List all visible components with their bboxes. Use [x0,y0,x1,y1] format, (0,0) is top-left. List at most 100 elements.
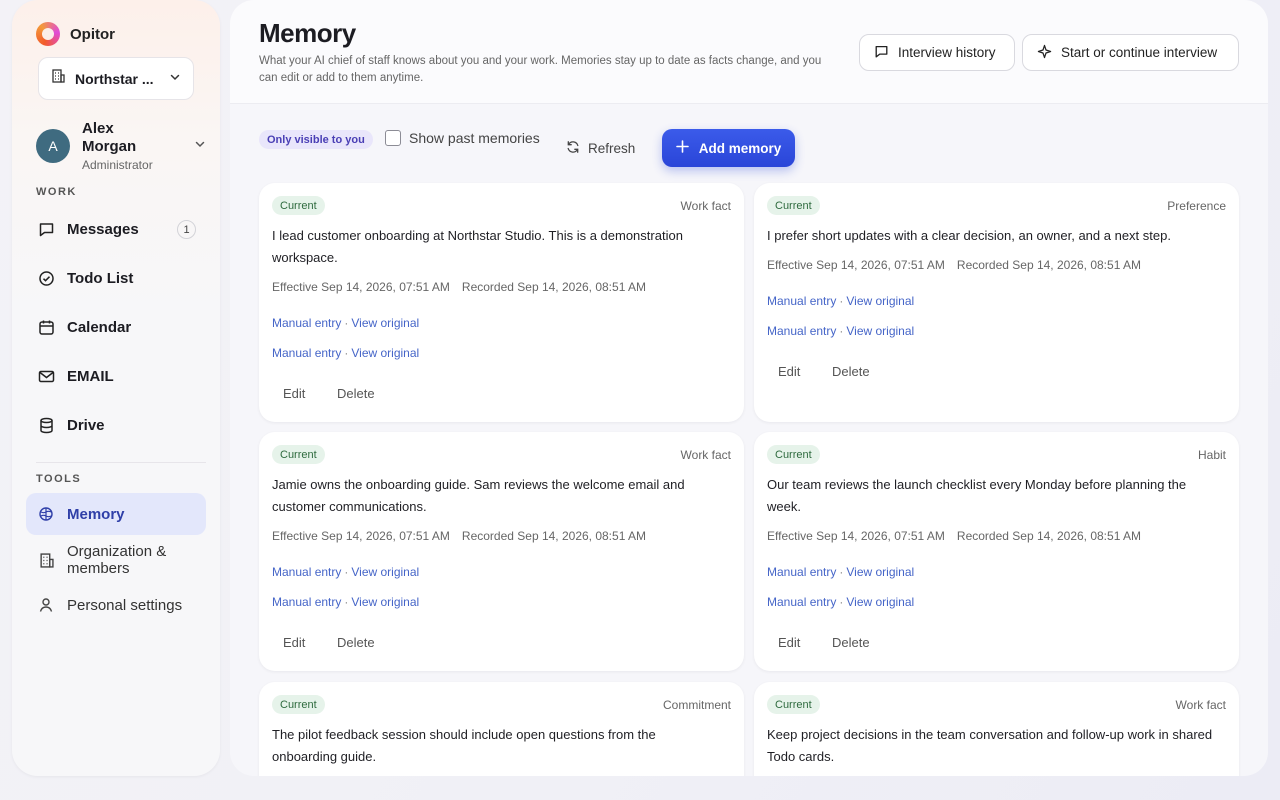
view-original-link[interactable]: View original [846,595,914,609]
user-menu[interactable]: A Alex Morgan Administrator [36,120,206,172]
memory-text: Jamie owns the onboarding guide. Sam rev… [272,477,685,514]
sidebar-item-email[interactable]: EMAIL [26,355,206,397]
brain-icon [37,505,55,523]
refresh-label: Refresh [588,141,636,156]
source-link[interactable]: Manual entry [767,294,836,308]
sidebar-item-messages[interactable]: Messages 1 [26,208,206,250]
building-icon [51,69,65,88]
check-circle-icon [37,269,55,287]
message-icon [874,44,889,62]
delete-button[interactable]: Delete [832,635,870,650]
recorded-date: Recorded Sep 14, 2026, 08:51 AM [956,258,1142,272]
unread-count-badge: 1 [177,220,196,239]
sidebar-item-organization[interactable]: Organization & members [26,540,206,580]
edit-button[interactable]: Edit [283,386,305,401]
interview-history-label: Interview history [898,45,996,60]
delete-button[interactable]: Delete [337,386,375,401]
sidebar-item-calendar[interactable]: Calendar [26,306,206,348]
memory-category: Work fact [680,448,731,462]
status-badge: Current [767,445,820,464]
refresh-button[interactable]: Refresh [566,140,635,157]
show-past-memories-toggle[interactable]: Show past memories [385,130,540,146]
visibility-badge: Only visible to you [259,130,373,149]
chevron-down-icon [194,137,206,155]
status-badge: Current [767,695,820,714]
source-link[interactable]: Manual entry [272,346,341,360]
show-past-memories-label: Show past memories [409,130,540,146]
view-original-link[interactable]: View original [846,294,914,308]
sidebar-item-personal-settings[interactable]: Personal settings [26,584,206,626]
sidebar-item-drive[interactable]: Drive [26,404,206,446]
memory-text: I prefer short updates with a clear deci… [767,228,1171,243]
interview-history-button[interactable]: Interview history [859,34,1015,71]
memory-category: Commitment [662,698,731,712]
delete-button[interactable]: Delete [337,635,375,650]
memory-dates: Effective Sep 14, 2026, 07:51 AM Recorde… [272,280,646,294]
memory-dates: Effective Sep 14, 2026, 07:51 AM Recorde… [767,258,1141,272]
sidebar-item-label: Personal settings [67,596,183,614]
add-memory-button[interactable]: Add memory [662,129,795,167]
view-original-link[interactable]: View original [351,595,419,609]
memory-card: Current Work fact Jamie owns the onboard… [259,432,744,671]
database-icon [37,416,55,434]
recorded-date: Recorded Sep 14, 2026, 08:51 AM [461,529,647,543]
sidebar-item-label: Todo List [67,269,134,287]
memory-toolbar: Only visible to you Show past memories R… [230,128,1268,168]
add-memory-label: Add memory [698,140,782,156]
sidebar-item-label: EMAIL [67,367,114,385]
source-link[interactable]: Manual entry [272,316,341,330]
memory-text: Our team reviews the launch checklist ev… [767,477,1187,514]
memory-category: Habit [1197,448,1226,462]
edit-button[interactable]: Edit [778,635,800,650]
view-original-link[interactable]: View original [846,324,914,338]
brand[interactable]: Opitor [36,22,115,46]
source-link[interactable]: Manual entry [767,565,836,579]
sidebar-item-label: Organization & members [67,543,167,577]
organization-name: Northstar ... [75,70,154,87]
edit-button[interactable]: Edit [283,635,305,650]
sidebar-item-label: Drive [67,416,105,434]
start-interview-label: Start or continue interview [1061,45,1218,60]
memory-category: Work fact [680,199,731,213]
building-icon [37,551,55,569]
sidebar-item-todo-list[interactable]: Todo List [26,257,206,299]
avatar: A [36,129,70,163]
memory-category: Work fact [1175,698,1226,712]
organization-select[interactable]: Northstar ... [38,57,194,100]
view-original-link[interactable]: View original [351,565,419,579]
status-badge: Current [272,695,325,714]
view-original-link[interactable]: View original [846,565,914,579]
source-link[interactable]: Manual entry [272,595,341,609]
sidebar: Opitor Northstar ... A Alex Morgan Admin… [12,0,220,776]
source-link[interactable]: Manual entry [272,565,341,579]
memory-source: Manual entry · View original [272,316,420,330]
show-past-memories-checkbox[interactable] [385,130,401,146]
calendar-icon [37,318,55,336]
status-badge: Current [767,196,820,215]
memory-dates: Effective Sep 14, 2026, 07:51 AM Recorde… [272,529,646,543]
memory-source: Manual entry · View original [767,294,915,308]
edit-button[interactable]: Edit [778,364,800,379]
sidebar-item-memory[interactable]: Memory [26,493,206,535]
user-name: Alex Morgan [82,120,137,155]
sidebar-item-label: Memory [67,505,125,523]
source-link[interactable]: Manual entry [767,595,836,609]
memory-source: Manual entry · View original [767,595,915,609]
status-badge: Current [272,196,325,215]
sidebar-item-label: Calendar [67,318,132,336]
memory-source: Manual entry · View original [767,324,915,338]
memory-text: Keep project decisions in the team conve… [767,727,1213,764]
view-original-link[interactable]: View original [351,316,419,330]
source-link[interactable]: Manual entry [767,324,836,338]
start-interview-button[interactable]: Start or continue interview [1022,34,1239,71]
memory-card: Current Work fact I lead customer onboar… [259,183,744,422]
memory-source: Manual entry · View original [272,595,420,609]
sparkle-icon [1037,44,1052,62]
memory-dates: Effective Sep 14, 2026, 07:51 AM Recorde… [767,529,1141,543]
brand-name: Opitor [70,25,115,43]
message-icon [37,220,55,238]
memory-source: Manual entry · View original [767,565,915,579]
delete-button[interactable]: Delete [832,364,870,379]
mail-icon [37,367,55,385]
view-original-link[interactable]: View original [351,346,419,360]
